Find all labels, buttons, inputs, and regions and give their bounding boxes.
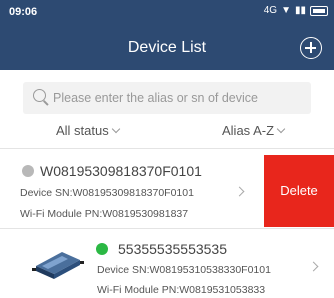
- divider: [0, 228, 334, 229]
- signal-icon: ▮▮: [294, 5, 306, 16]
- device-list-item[interactable]: W08195309818370F0101 Device SN:W08195309…: [0, 155, 334, 227]
- delete-button[interactable]: Delete: [264, 155, 334, 227]
- device-alias: 55355535553535: [118, 241, 228, 257]
- status-dot-icon: [22, 165, 34, 177]
- device-sn: Device SN:W08195309818370F0101: [20, 187, 194, 199]
- status-filter-dropdown[interactable]: All status: [56, 123, 120, 138]
- wifi-icon: ▼: [281, 5, 291, 16]
- sort-label: Alias A-Z: [222, 123, 275, 138]
- chevron-right-icon: [308, 261, 319, 272]
- network-type-label: 4G: [263, 5, 278, 16]
- status-filter-label: All status: [56, 123, 109, 138]
- app-bar: Device List: [0, 24, 334, 70]
- sort-dropdown[interactable]: Alias A-Z: [222, 123, 286, 138]
- divider: [0, 148, 334, 149]
- device-alias: W08195309818370F0101: [40, 163, 202, 179]
- chevron-down-icon: [276, 124, 286, 134]
- status-bar: 09:06 4G ▼ ▮▮: [0, 0, 334, 24]
- search-input[interactable]: [53, 82, 303, 114]
- wifi-module-pn: Wi-Fi Module PN:W0819531053833: [97, 284, 266, 296]
- status-time: 09:06: [9, 6, 38, 18]
- page-title: Device List: [127, 39, 207, 56]
- status-icons: 4G ▼ ▮▮: [264, 5, 328, 16]
- search-bar[interactable]: [23, 82, 311, 114]
- device-list-item[interactable]: 55355535553535 Device SN:W08195310538330…: [0, 232, 334, 298]
- wifi-module-pn: Wi-Fi Module PN:W0819530981837: [20, 208, 189, 220]
- battery-icon: [310, 5, 328, 16]
- chevron-right-icon: [234, 186, 245, 197]
- add-device-button[interactable]: [300, 37, 322, 59]
- search-icon: [33, 89, 46, 102]
- device-sn: Device SN:W08195310538330F0101: [97, 264, 271, 276]
- inverter-device-icon: [32, 252, 84, 279]
- chevron-down-icon: [111, 124, 120, 134]
- status-dot-icon: [96, 243, 108, 255]
